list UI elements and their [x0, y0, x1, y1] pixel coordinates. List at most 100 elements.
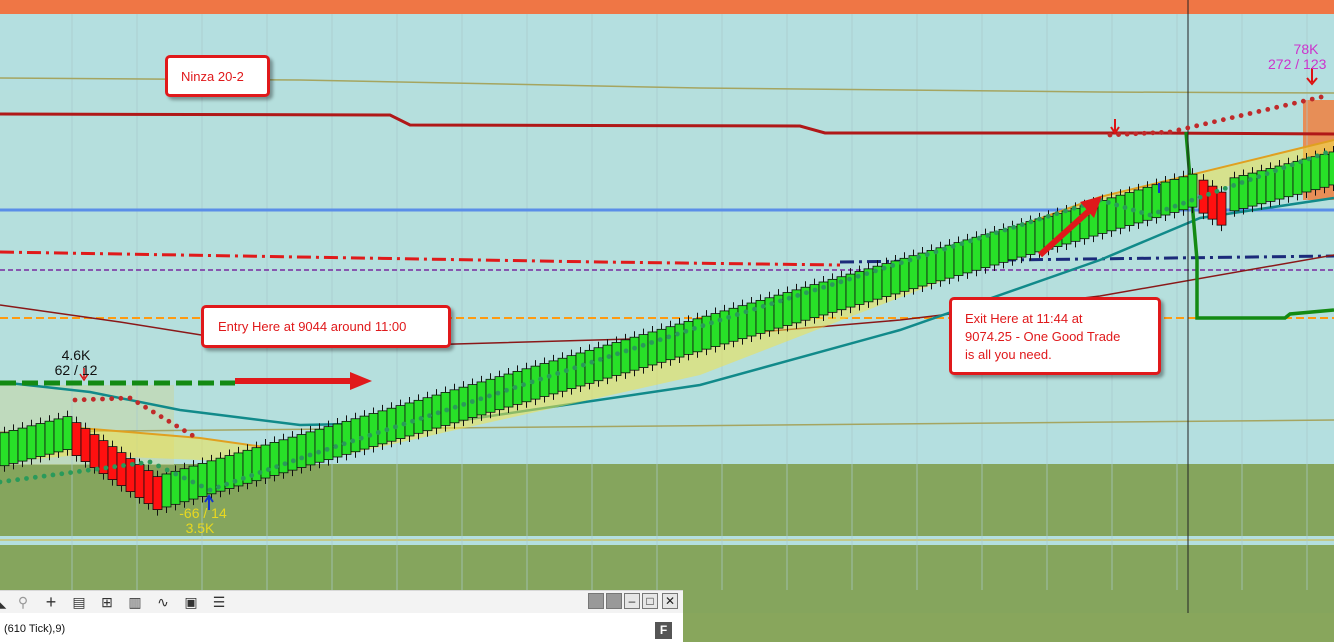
stop-dot [1159, 130, 1164, 135]
stop-dot [563, 368, 569, 374]
stop-dot [1247, 177, 1253, 182]
stop-dot [890, 263, 896, 268]
stop-dot [257, 470, 263, 475]
stop-dot [1063, 208, 1068, 214]
stop-dot [1256, 174, 1262, 179]
bull-bar [575, 352, 586, 387]
maximize-icon[interactable]: □ [642, 593, 658, 609]
bull-bar [638, 334, 649, 368]
bear-bar [143, 470, 154, 505]
tile-alt-icon[interactable] [606, 593, 622, 609]
stop-dot [1122, 205, 1128, 210]
bull-bar [962, 239, 973, 274]
stop-dot [752, 306, 757, 312]
bull-bar [1229, 177, 1240, 212]
bull-bar [296, 434, 307, 468]
left-delta-label: 62 / 12 [54, 362, 98, 378]
low-volume-label: 3.5K [185, 520, 215, 536]
stop-dot [691, 326, 697, 331]
pointer-icon[interactable]: ◣ [0, 593, 10, 611]
crosshair-icon[interactable]: + [42, 593, 60, 611]
stop-dot [1002, 227, 1008, 233]
stop-dot [959, 241, 965, 247]
right-volume-label: 78K [1293, 41, 1319, 57]
stop-dot [85, 467, 91, 473]
data-box-icon[interactable]: ▤ [70, 593, 88, 611]
bull-bar [1007, 226, 1018, 261]
stop-dot [838, 279, 844, 285]
bull-bar [377, 410, 388, 445]
bull-bar [584, 349, 595, 384]
stop-dot [649, 340, 655, 345]
stop-dot [529, 379, 535, 385]
stop-dot [215, 484, 221, 490]
stop-dot [150, 409, 156, 415]
stop-dot [623, 348, 629, 354]
stop-dot [1229, 115, 1235, 121]
stop-dot [173, 471, 179, 477]
stop-dot [760, 303, 766, 309]
stop-dot [143, 404, 148, 410]
stop-dot [182, 428, 187, 434]
stop-dot [135, 400, 141, 406]
stop-dot [418, 416, 424, 421]
stop-dot [1318, 94, 1324, 100]
stop-dot [907, 257, 913, 263]
bear-bar [107, 446, 118, 481]
bull-bar [35, 423, 46, 457]
right-delta-label: 272 / 123 [1268, 56, 1327, 72]
stop-dot [1231, 183, 1237, 188]
properties-icon[interactable]: ☰ [210, 593, 228, 611]
stop-dot [1147, 212, 1153, 218]
stop-dot [1037, 216, 1042, 222]
stop-dot [976, 235, 982, 241]
bull-bar [953, 242, 964, 276]
stop-dot [1167, 129, 1173, 135]
stop-dot [580, 362, 586, 368]
stop-dot [435, 410, 441, 416]
stop-dot [427, 413, 432, 419]
stop-dot [769, 301, 775, 307]
chart-style-icon[interactable]: ⊞ [98, 593, 116, 611]
stop-dot [307, 452, 313, 458]
stop-dot [1194, 123, 1200, 129]
stop-dot [50, 472, 56, 478]
stop-dot [812, 287, 818, 293]
bull-bar [611, 342, 622, 376]
stop-dot [495, 390, 501, 396]
bull-bar [1016, 223, 1027, 258]
close-icon[interactable]: ✕ [662, 593, 678, 609]
stop-dot [41, 473, 47, 479]
stop-dot [1256, 109, 1262, 114]
stop-dot [555, 371, 561, 376]
stop-dot [1214, 188, 1220, 194]
stop-dot [147, 459, 153, 465]
bar-type-icon[interactable]: ▥ [126, 593, 144, 611]
bull-bar [971, 236, 982, 271]
stop-dot [1181, 200, 1186, 206]
bull-bar [44, 420, 55, 455]
strategies-icon[interactable]: ▣ [182, 593, 200, 611]
stop-dot [72, 397, 78, 403]
stop-dot [632, 345, 637, 351]
stop-dot [199, 483, 204, 489]
stop-dot [6, 478, 12, 484]
minimize-icon[interactable]: – [624, 593, 640, 609]
stop-dot [290, 458, 296, 464]
bear-bar [116, 452, 127, 487]
stop-dot [1203, 121, 1208, 127]
indicators-icon[interactable]: ∿ [154, 593, 172, 611]
stop-dot [1298, 159, 1303, 165]
stop-dot [1011, 224, 1017, 230]
stop-dot [709, 320, 714, 326]
bull-bar [1328, 151, 1334, 186]
f-button[interactable]: F [655, 622, 672, 639]
tile-icon[interactable] [588, 593, 604, 609]
stop-dot [985, 233, 991, 238]
stop-dot [942, 246, 947, 252]
stop-dot [1141, 130, 1147, 136]
bear-bar [89, 434, 100, 469]
stop-dot [249, 473, 255, 478]
stop-dot [873, 268, 878, 274]
zoom-out-icon[interactable]: ⚲ [14, 593, 32, 611]
